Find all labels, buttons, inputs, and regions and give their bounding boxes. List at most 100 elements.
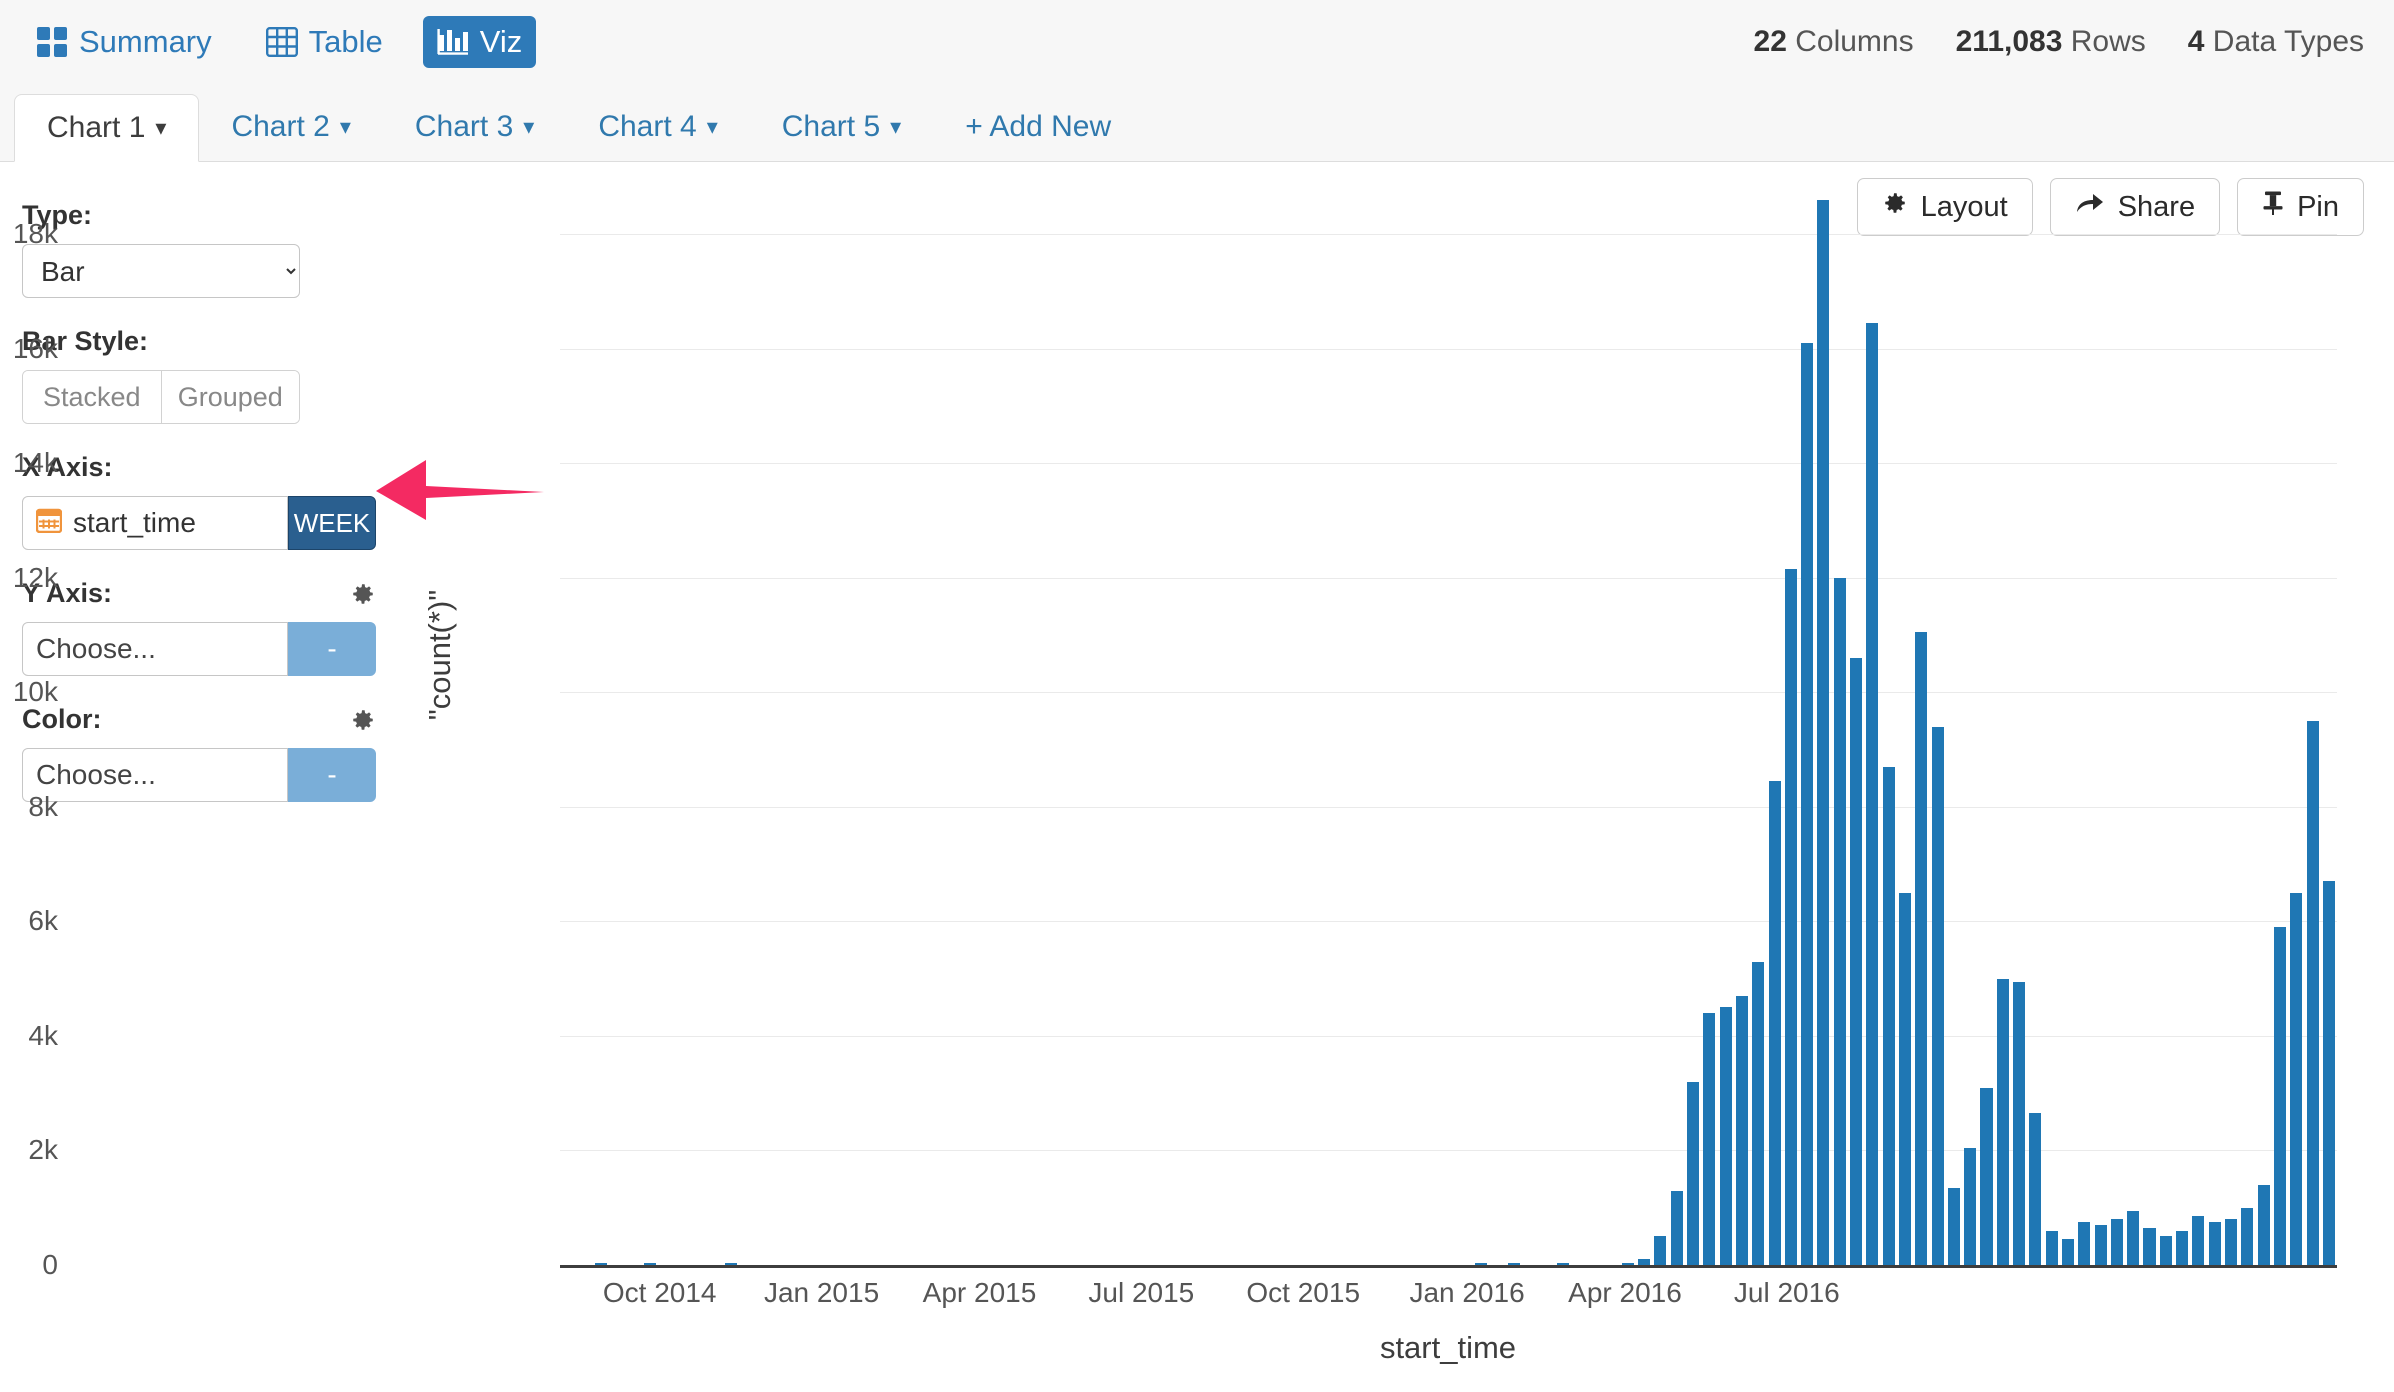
color-aggregate-pill[interactable]: - [288, 748, 376, 802]
x-axis-tick-label: Oct 2014 [602, 1277, 717, 1308]
chart-bar[interactable] [1866, 323, 1879, 1265]
chart-bar[interactable] [1768, 781, 1781, 1265]
view-mode-switcher: Summary Table Viz [0, 16, 537, 68]
chart-bar[interactable] [1556, 1263, 1569, 1265]
stat-columns-value: 22 [1753, 25, 1787, 58]
chart-plot-area[interactable] [560, 200, 2337, 1265]
chart-bar[interactable] [1947, 1187, 1960, 1265]
chart-bar[interactable] [2225, 1219, 2238, 1265]
x-axis-tick-label: Apr 2015 [922, 1277, 1037, 1308]
chart-bar[interactable] [2029, 1113, 2042, 1265]
x-axis-field-row: start_time WEEK [22, 496, 376, 550]
chart-bar[interactable] [725, 1263, 738, 1265]
chart-bar[interactable] [2061, 1239, 2075, 1265]
bar-style-toggle-group: Stacked Grouped [22, 370, 300, 424]
view-mode-table[interactable]: Table [252, 16, 397, 68]
view-mode-summary[interactable]: Summary [22, 16, 226, 68]
chart-bar[interactable] [1670, 1190, 1683, 1265]
tab-chart-1[interactable]: Chart 1 ▾ [14, 94, 200, 162]
stat-columns: 22 Columns [1754, 25, 1914, 59]
y-axis-tick-label: 4k [28, 1019, 58, 1051]
chart-bar[interactable] [1915, 632, 1928, 1265]
chart-bar[interactable] [1703, 1013, 1716, 1265]
chart-bar[interactable] [2013, 981, 2026, 1265]
chart-bar[interactable] [2257, 1184, 2270, 1265]
chart-bar[interactable] [2110, 1219, 2123, 1265]
chart-bar[interactable] [1752, 961, 1765, 1265]
chart-bar[interactable] [1931, 726, 1944, 1265]
y-axis-field[interactable]: Choose... [22, 622, 288, 676]
chart-bar[interactable] [1833, 577, 1846, 1265]
x-axis-granularity-pill[interactable]: WEEK [288, 496, 376, 550]
chevron-down-icon[interactable]: ▾ [523, 116, 534, 138]
gear-icon[interactable] [350, 581, 376, 607]
y-axis-field-value: Choose... [36, 633, 156, 664]
color-field[interactable]: Choose... [22, 748, 288, 802]
bar-style-stacked-button[interactable]: Stacked [23, 371, 161, 423]
chevron-down-icon[interactable]: ▾ [890, 116, 901, 138]
chart-bar[interactable] [1898, 892, 1911, 1265]
chart-bar[interactable] [594, 1262, 607, 1265]
chart-bar[interactable] [2208, 1222, 2221, 1265]
chart-bar[interactable] [2192, 1216, 2205, 1265]
chart-bar[interactable] [1784, 569, 1797, 1265]
bar-chart-icon [437, 27, 469, 57]
y-axis-tick-label: 0 [42, 1249, 58, 1280]
chevron-down-icon[interactable]: ▾ [340, 116, 351, 138]
tab-chart-5[interactable]: Chart 5 ▾ [750, 93, 933, 161]
grid-icon [36, 26, 68, 58]
x-axis-field[interactable]: start_time [22, 496, 288, 550]
chart-bar[interactable] [1687, 1081, 1700, 1265]
chart-type-select[interactable]: Bar [22, 244, 300, 298]
add-new-chart-button[interactable]: + Add New [933, 93, 1143, 161]
y-axis-field-row: Choose... - [22, 622, 376, 676]
y-axis-tick-label: 18k [12, 218, 58, 250]
x-axis-field-value: start_time [73, 507, 196, 538]
chart-bar[interactable] [1507, 1263, 1520, 1265]
chart-bar[interactable] [1964, 1147, 1977, 1265]
tab-chart-2[interactable]: Chart 2 ▾ [199, 93, 382, 161]
tab-chart-1-label: Chart 1 [47, 111, 146, 144]
chart-bar[interactable] [2290, 892, 2303, 1265]
chart-bar[interactable] [2241, 1207, 2254, 1265]
chart-bar[interactable] [2273, 927, 2286, 1265]
y-axis-title: "count(*)" [422, 589, 457, 721]
tab-chart-5-label: Chart 5 [781, 110, 881, 143]
calendar-icon [35, 507, 63, 540]
gear-icon[interactable] [350, 707, 376, 733]
chart-bar[interactable] [1475, 1263, 1488, 1265]
stat-data-types-value: 4 [2187, 25, 2205, 58]
chart-bar[interactable] [2322, 881, 2335, 1265]
chart-bar[interactable] [1980, 1087, 1993, 1265]
tab-chart-3[interactable]: Chart 3 ▾ [383, 93, 566, 161]
chart-bar[interactable] [1996, 978, 2009, 1265]
y-axis-aggregate-pill[interactable]: - [288, 622, 376, 676]
chart-bar[interactable] [2045, 1230, 2058, 1265]
chart-bar[interactable] [1735, 995, 1748, 1265]
chart-bar[interactable] [1882, 766, 1895, 1265]
chart-bar[interactable] [643, 1263, 656, 1265]
chart-bar[interactable] [1621, 1262, 1634, 1265]
chart-bar[interactable] [2143, 1227, 2156, 1265]
chart-bar[interactable] [2159, 1236, 2172, 1265]
chart-bar[interactable] [1719, 1007, 1732, 1265]
chart-bar[interactable] [1850, 658, 1863, 1265]
view-mode-viz[interactable]: Viz [422, 16, 537, 68]
tab-chart-4[interactable]: Chart 4 ▾ [566, 93, 749, 161]
chart-bar[interactable] [1817, 200, 1830, 1265]
tab-chart-3-label: Chart 3 [414, 110, 514, 143]
stat-data-types-label: Data Types [2212, 25, 2364, 58]
stat-rows-value: 211,083 [1955, 25, 2063, 58]
chart-bar[interactable] [2306, 721, 2319, 1265]
chart-bar[interactable] [2094, 1224, 2107, 1265]
chevron-down-icon[interactable]: ▾ [707, 116, 718, 138]
chart-bar[interactable] [2176, 1230, 2189, 1265]
chart-bar[interactable] [2078, 1222, 2091, 1265]
chevron-down-icon[interactable]: ▾ [155, 117, 166, 139]
bar-style-grouped-button[interactable]: Grouped [160, 371, 299, 423]
chart-bar[interactable] [1638, 1259, 1651, 1265]
view-mode-viz-label: Viz [479, 24, 523, 59]
chart-bar[interactable] [1801, 343, 1814, 1265]
chart-bar[interactable] [2127, 1210, 2140, 1265]
chart-bar[interactable] [1654, 1236, 1667, 1265]
